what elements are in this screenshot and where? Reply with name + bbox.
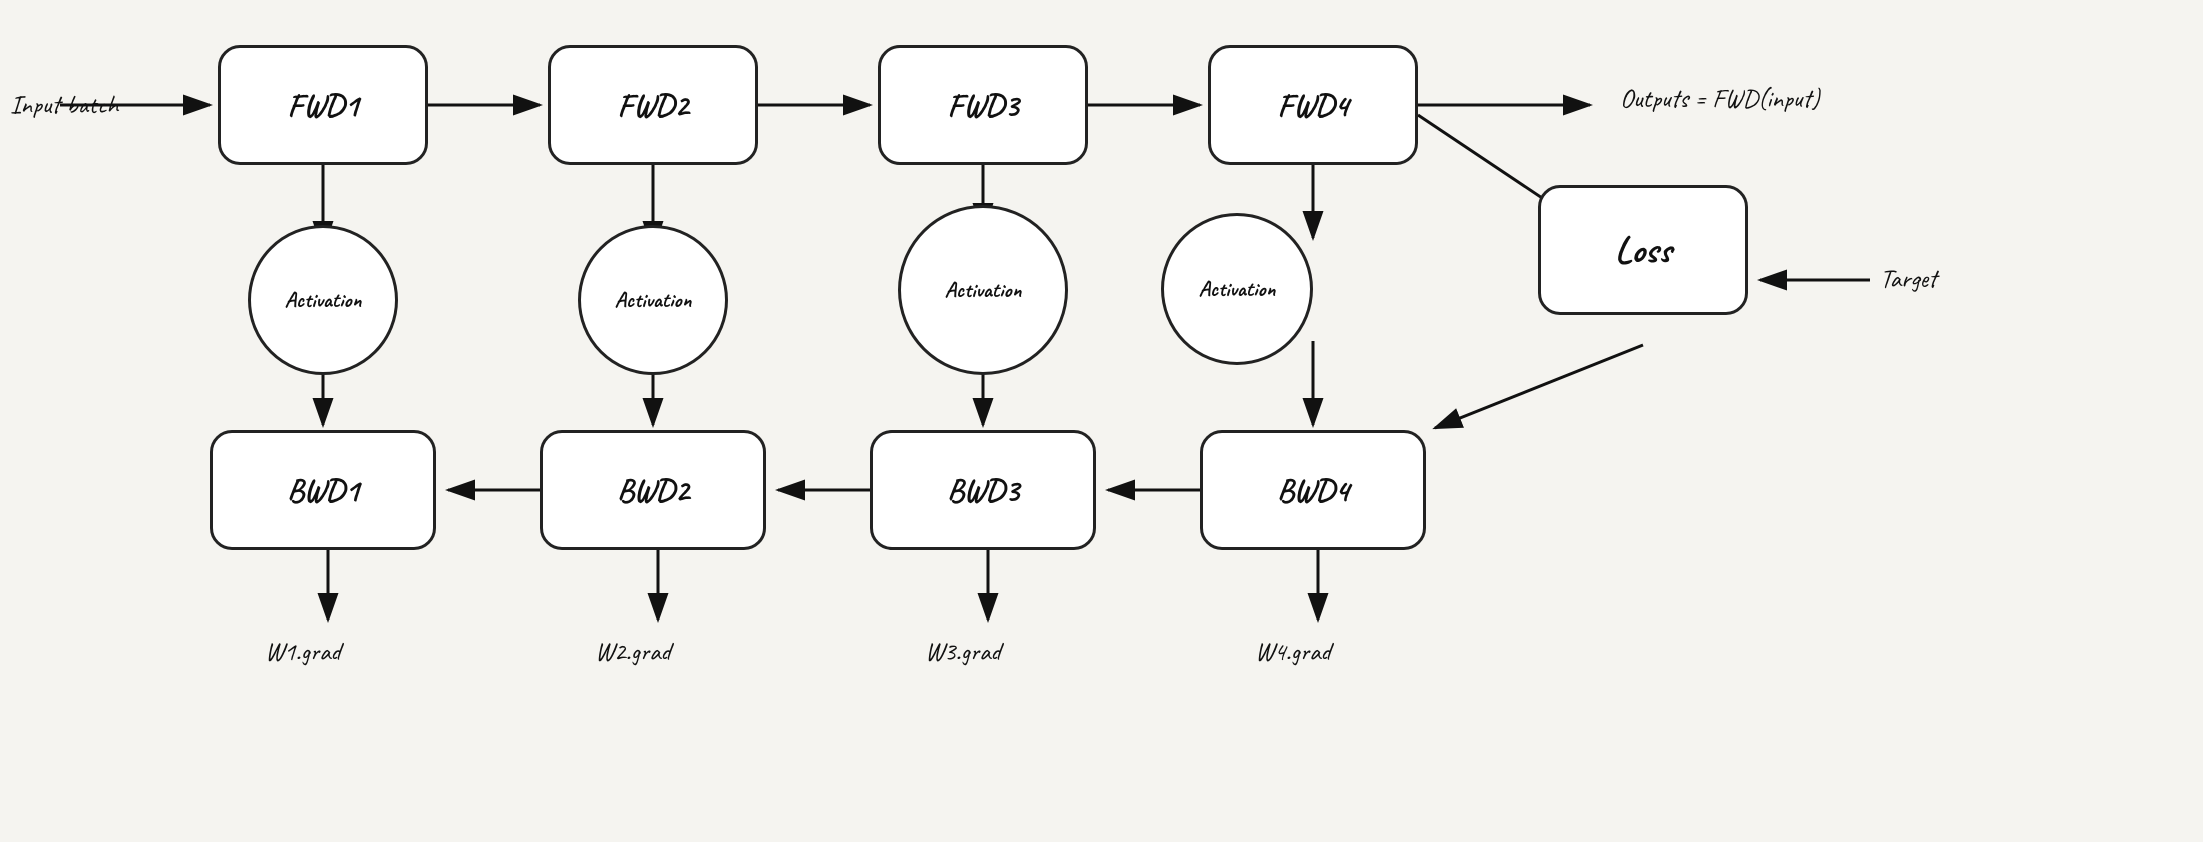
- bwd1-node: BWD1: [210, 430, 436, 550]
- target-label: Target: [1880, 262, 1937, 295]
- act2-label: Activation: [615, 286, 692, 314]
- w4grad-label: W4.grad: [1255, 635, 1331, 668]
- bwd3-node: BWD3: [870, 430, 1096, 550]
- fwd3-node: FWD3: [878, 45, 1088, 165]
- fwd4-node: FWD4: [1208, 45, 1418, 165]
- act1-node: Activation: [248, 225, 398, 375]
- act4-label: Activation: [1199, 275, 1276, 303]
- w2grad-label: W2.grad: [595, 635, 671, 668]
- fwd3-label: FWD3: [947, 85, 1018, 126]
- bwd3-label: BWD3: [947, 470, 1019, 511]
- fwd1-label: FWD1: [287, 85, 358, 126]
- fwd1-node: FWD1: [218, 45, 428, 165]
- act4-node: Activation: [1161, 213, 1313, 365]
- fwd2-label: FWD2: [617, 85, 688, 126]
- act1-label: Activation: [285, 286, 362, 314]
- input-batch-label: Input batch: [10, 88, 118, 121]
- outputs-label: Outputs = FWD(input): [1620, 82, 1820, 115]
- act3-label: Activation: [945, 276, 1022, 304]
- bwd2-label: BWD2: [617, 470, 689, 511]
- w1grad-label: W1.grad: [265, 635, 341, 668]
- fwd4-label: FWD4: [1277, 85, 1348, 126]
- diagram: FWD1 FWD2 FWD3 FWD4 Loss Activation Acti…: [0, 0, 2203, 842]
- act2-node: Activation: [578, 225, 728, 375]
- loss-label: Loss: [1615, 227, 1672, 274]
- loss-node: Loss: [1538, 185, 1748, 315]
- bwd4-label: BWD4: [1277, 470, 1349, 511]
- w3grad-label: W3.grad: [925, 635, 1001, 668]
- bwd4-node: BWD4: [1200, 430, 1426, 550]
- bwd2-node: BWD2: [540, 430, 766, 550]
- fwd2-node: FWD2: [548, 45, 758, 165]
- act3-node: Activation: [898, 205, 1068, 375]
- bwd1-label: BWD1: [287, 470, 359, 511]
